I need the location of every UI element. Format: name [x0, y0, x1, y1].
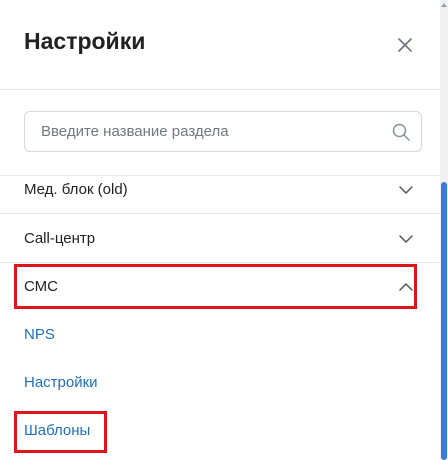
menu-item-label: Мед. блок (old) — [24, 181, 128, 198]
chevron-down-icon — [399, 186, 413, 194]
search-icon[interactable] — [391, 122, 411, 142]
menu-item-label: Call-центр — [24, 230, 96, 247]
submenu-item-templates[interactable]: Шаблоны — [0, 407, 440, 455]
close-icon — [398, 38, 412, 52]
menu-item-call-center[interactable]: Call-центр — [0, 215, 440, 263]
submenu-item-label: NPS — [24, 326, 55, 343]
search-input[interactable] — [25, 112, 365, 151]
menu-item-sms[interactable]: СМС — [0, 263, 440, 311]
submenu-item-nps[interactable]: NPS — [0, 311, 440, 359]
submenu-item-label: Шаблоны — [24, 422, 91, 439]
settings-panel: Настройки Мед. блок (old) Call-центр — [0, 0, 448, 460]
search-box — [24, 111, 422, 152]
scrollbar-thumb[interactable] — [441, 182, 447, 460]
submenu-item-settings[interactable]: Настройки — [0, 359, 440, 407]
page-title: Настройки — [24, 28, 146, 54]
settings-menu: Мед. блок (old) Call-центр СМС NPS Настр… — [0, 175, 440, 460]
chevron-up-icon — [399, 283, 413, 291]
close-button[interactable] — [394, 34, 416, 56]
scroll-up-arrow-icon[interactable] — [440, 0, 448, 10]
menu-item-med-block[interactable]: Мед. блок (old) — [0, 176, 440, 214]
chevron-down-icon — [399, 235, 413, 243]
panel-header: Настройки — [0, 0, 448, 90]
menu-item-label: СМС — [24, 278, 58, 295]
submenu-item-label: Настройки — [24, 374, 98, 391]
